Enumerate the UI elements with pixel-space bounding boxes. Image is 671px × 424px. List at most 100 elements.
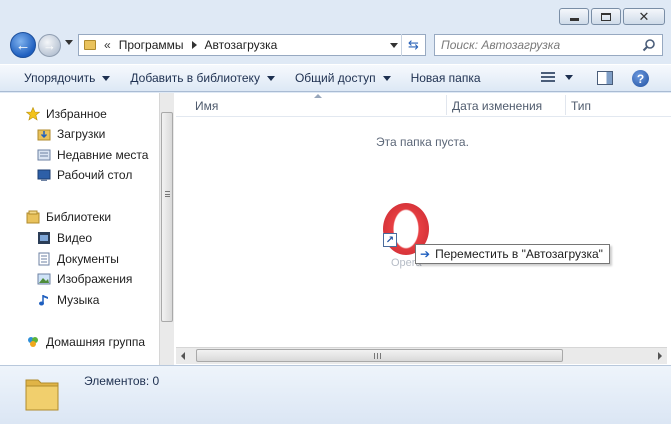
refresh-button[interactable]: ⇆ [401,34,425,56]
sidebar-item-label: Музыка [57,293,100,307]
chevron-down-icon [382,75,391,81]
main-area: Избранное Загрузки Недавние места Рабочи… [0,93,671,365]
column-header-row: Имя Дата изменения Тип [176,93,671,117]
minimize-icon [569,18,579,21]
explorer-window: ✕ ← → « Программы Автозагрузка ⇆ Поиск: … [0,0,671,424]
chevron-down-icon [102,75,111,81]
sidebar-libraries[interactable]: Библиотеки [26,208,111,226]
maximize-button[interactable] [591,8,621,25]
move-arrow-icon: ➔ [420,247,431,261]
pictures-icon [37,273,51,285]
sidebar-item-downloads[interactable]: Загрузки [37,125,105,143]
back-arrow-icon: ← [15,36,31,54]
column-date-modified[interactable]: Дата изменения [452,99,542,113]
sidebar-item-label: Документы [57,252,119,266]
share-label: Общий доступ [294,71,376,85]
scroll-left-icon[interactable] [181,352,185,360]
organize-button[interactable]: Упорядочить [14,65,120,91]
scroll-right-icon[interactable] [658,352,662,360]
music-icon [39,295,48,306]
new-folder-label: Новая папка [410,71,481,85]
shortcut-arrow-icon: ↗ [383,233,397,247]
sidebar-item-label: Загрузки [57,127,106,141]
column-name[interactable]: Имя [195,99,218,113]
desktop-icon [37,169,51,181]
sidebar-item-pictures[interactable]: Изображения [37,270,132,288]
search-icon[interactable] [642,38,656,52]
breadcrumb-programs[interactable]: Программы [119,38,184,52]
navigation-pane-scrollbar[interactable] [159,93,174,365]
item-count: Элементов: 0 [84,374,160,388]
details-pane: Элементов: 0 [0,365,671,424]
homegroup-icon [28,337,38,347]
grip-icon [374,353,381,359]
horizontal-scrollbar[interactable] [176,347,667,364]
scrollbar-thumb[interactable] [161,112,173,322]
sidebar-item-documents[interactable]: Документы [37,250,119,268]
libraries-icon [26,210,40,224]
address-bar[interactable]: « Программы Автозагрузка ⇆ [78,34,426,56]
drag-tooltip: ➔ Переместить в "Автозагрузка" [415,244,610,264]
drag-tooltip-text: Переместить в "Автозагрузка" [435,247,603,261]
overflow-chevron[interactable]: « [104,38,111,52]
sidebar-item-label: Рабочий стол [57,168,133,182]
forward-button[interactable]: → [38,34,61,57]
chevron-down-icon [266,75,275,81]
new-folder-button[interactable]: Новая папка [401,65,491,91]
sidebar-item-label: Изображения [57,272,133,286]
help-icon: ? [636,71,645,86]
maximize-icon [601,12,611,21]
minimize-button[interactable] [559,8,589,25]
add-to-library-label: Добавить в библиотеку [130,71,260,85]
chevron-down-icon [565,75,573,80]
search-box[interactable]: Поиск: Автозагрузка [434,34,663,56]
empty-folder-message: Эта папка пуста. [376,135,469,149]
downloads-folder-icon [37,129,51,141]
navigation-pane: Избранное Загрузки Недавние места Рабочи… [0,93,159,365]
breadcrumb-separator-icon[interactable] [191,41,197,49]
refresh-icon: ⇆ [408,37,419,52]
sidebar-item-music[interactable]: Музыка [37,291,99,309]
scrollbar-thumb[interactable] [196,349,563,362]
sidebar-item-label: Библиотеки [46,210,112,224]
sidebar-item-video[interactable]: Видео [37,229,92,247]
sidebar-homegroup[interactable]: Домашняя группа [26,333,145,351]
video-icon [38,232,50,244]
grip-icon [165,191,170,197]
breadcrumb-startup[interactable]: Автозагрузка [205,38,278,52]
sidebar-item-desktop[interactable]: Рабочий стол [37,166,132,184]
navigation-bar: ← → « Программы Автозагрузка ⇆ Поиск: Ав… [8,32,663,58]
add-to-library-button[interactable]: Добавить в библиотеку [120,65,285,91]
close-icon: ✕ [638,9,650,24]
window-controls: ✕ [559,8,665,25]
sidebar-item-label: Домашняя группа [46,335,146,349]
search-placeholder: Поиск: Автозагрузка [441,38,561,52]
share-button[interactable]: Общий доступ [285,65,401,91]
forward-arrow-icon: → [43,38,56,53]
organize-label: Упорядочить [24,71,96,85]
back-button[interactable]: ← [10,32,36,58]
sidebar-item-label: Избранное [46,107,107,121]
recent-places-icon [37,149,51,161]
sidebar-item-label: Недавние места [57,148,149,162]
change-view-button[interactable] [541,72,573,83]
sidebar-favorites[interactable]: Избранное [26,105,107,123]
column-type[interactable]: Тип [571,99,591,113]
preview-pane-button[interactable] [597,71,613,85]
folder-icon [25,379,59,411]
sort-arrow-icon [314,94,322,98]
file-list[interactable]: Имя Дата изменения Тип Эта папка пуста. … [176,93,671,365]
close-button[interactable]: ✕ [623,8,665,25]
sidebar-item-label: Видео [57,231,93,245]
star-icon [26,107,40,121]
column-divider[interactable] [446,95,447,115]
view-details-icon [541,72,555,83]
folder-icon [84,40,96,50]
address-history-dropdown[interactable] [390,43,398,48]
recent-pages-dropdown[interactable] [65,40,73,45]
sidebar-item-recent-places[interactable]: Недавние места [37,146,148,164]
column-divider[interactable] [565,95,566,115]
command-bar: Упорядочить Добавить в библиотеку Общий … [0,64,671,92]
help-button[interactable]: ? [632,70,649,87]
documents-icon [38,252,50,266]
